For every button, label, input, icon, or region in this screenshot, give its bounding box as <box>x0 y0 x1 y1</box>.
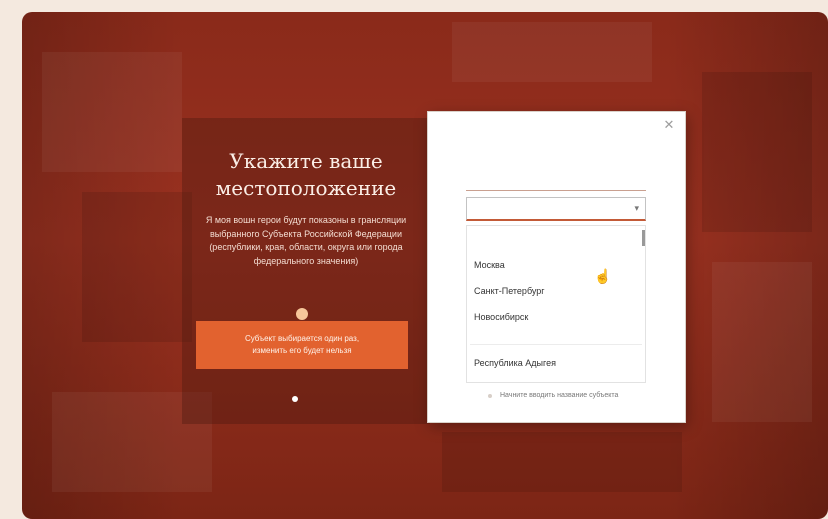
region-option[interactable]: Республика Адыгея <box>474 358 556 368</box>
chevron-down-icon: ▾ <box>634 203 639 213</box>
select-top-line <box>466 190 646 191</box>
footer-dot <box>488 394 492 398</box>
background-tile <box>702 72 812 232</box>
close-icon[interactable]: ✕ <box>662 118 676 132</box>
region-option[interactable]: Санкт-Петербург <box>474 286 545 296</box>
region-option[interactable]: Новосибирск <box>474 312 528 322</box>
info-panel: Укажите ваше местоположение Я моя вошн г… <box>182 118 430 424</box>
modal-footer-text: Начните вводить название субъекта <box>500 392 619 399</box>
background-tile <box>452 22 652 82</box>
background-tile <box>712 262 812 422</box>
background-tile <box>82 192 192 342</box>
note-dot <box>296 308 308 320</box>
title-line-2: местоположение <box>215 176 397 200</box>
list-scrollbar[interactable] <box>642 230 645 246</box>
background-tile <box>442 432 682 492</box>
title-line-1: Укажите ваше <box>229 149 383 173</box>
background-tile <box>42 52 182 172</box>
info-description: Я моя вошн герои будут показоны в грансл… <box>205 215 407 266</box>
warning-note: Субъект выбирается один раз, изменить ег… <box>196 321 408 369</box>
warning-note-text: Субъект выбирается один раз, изменить ег… <box>244 334 360 355</box>
list-divider <box>470 344 642 345</box>
pager-dot <box>292 396 298 402</box>
region-option[interactable]: Москва <box>474 260 505 270</box>
region-select[interactable]: ▾ <box>466 197 646 221</box>
hand-cursor-icon: ☝ <box>594 268 612 284</box>
page-title: Укажите ваше местоположение <box>182 148 430 202</box>
